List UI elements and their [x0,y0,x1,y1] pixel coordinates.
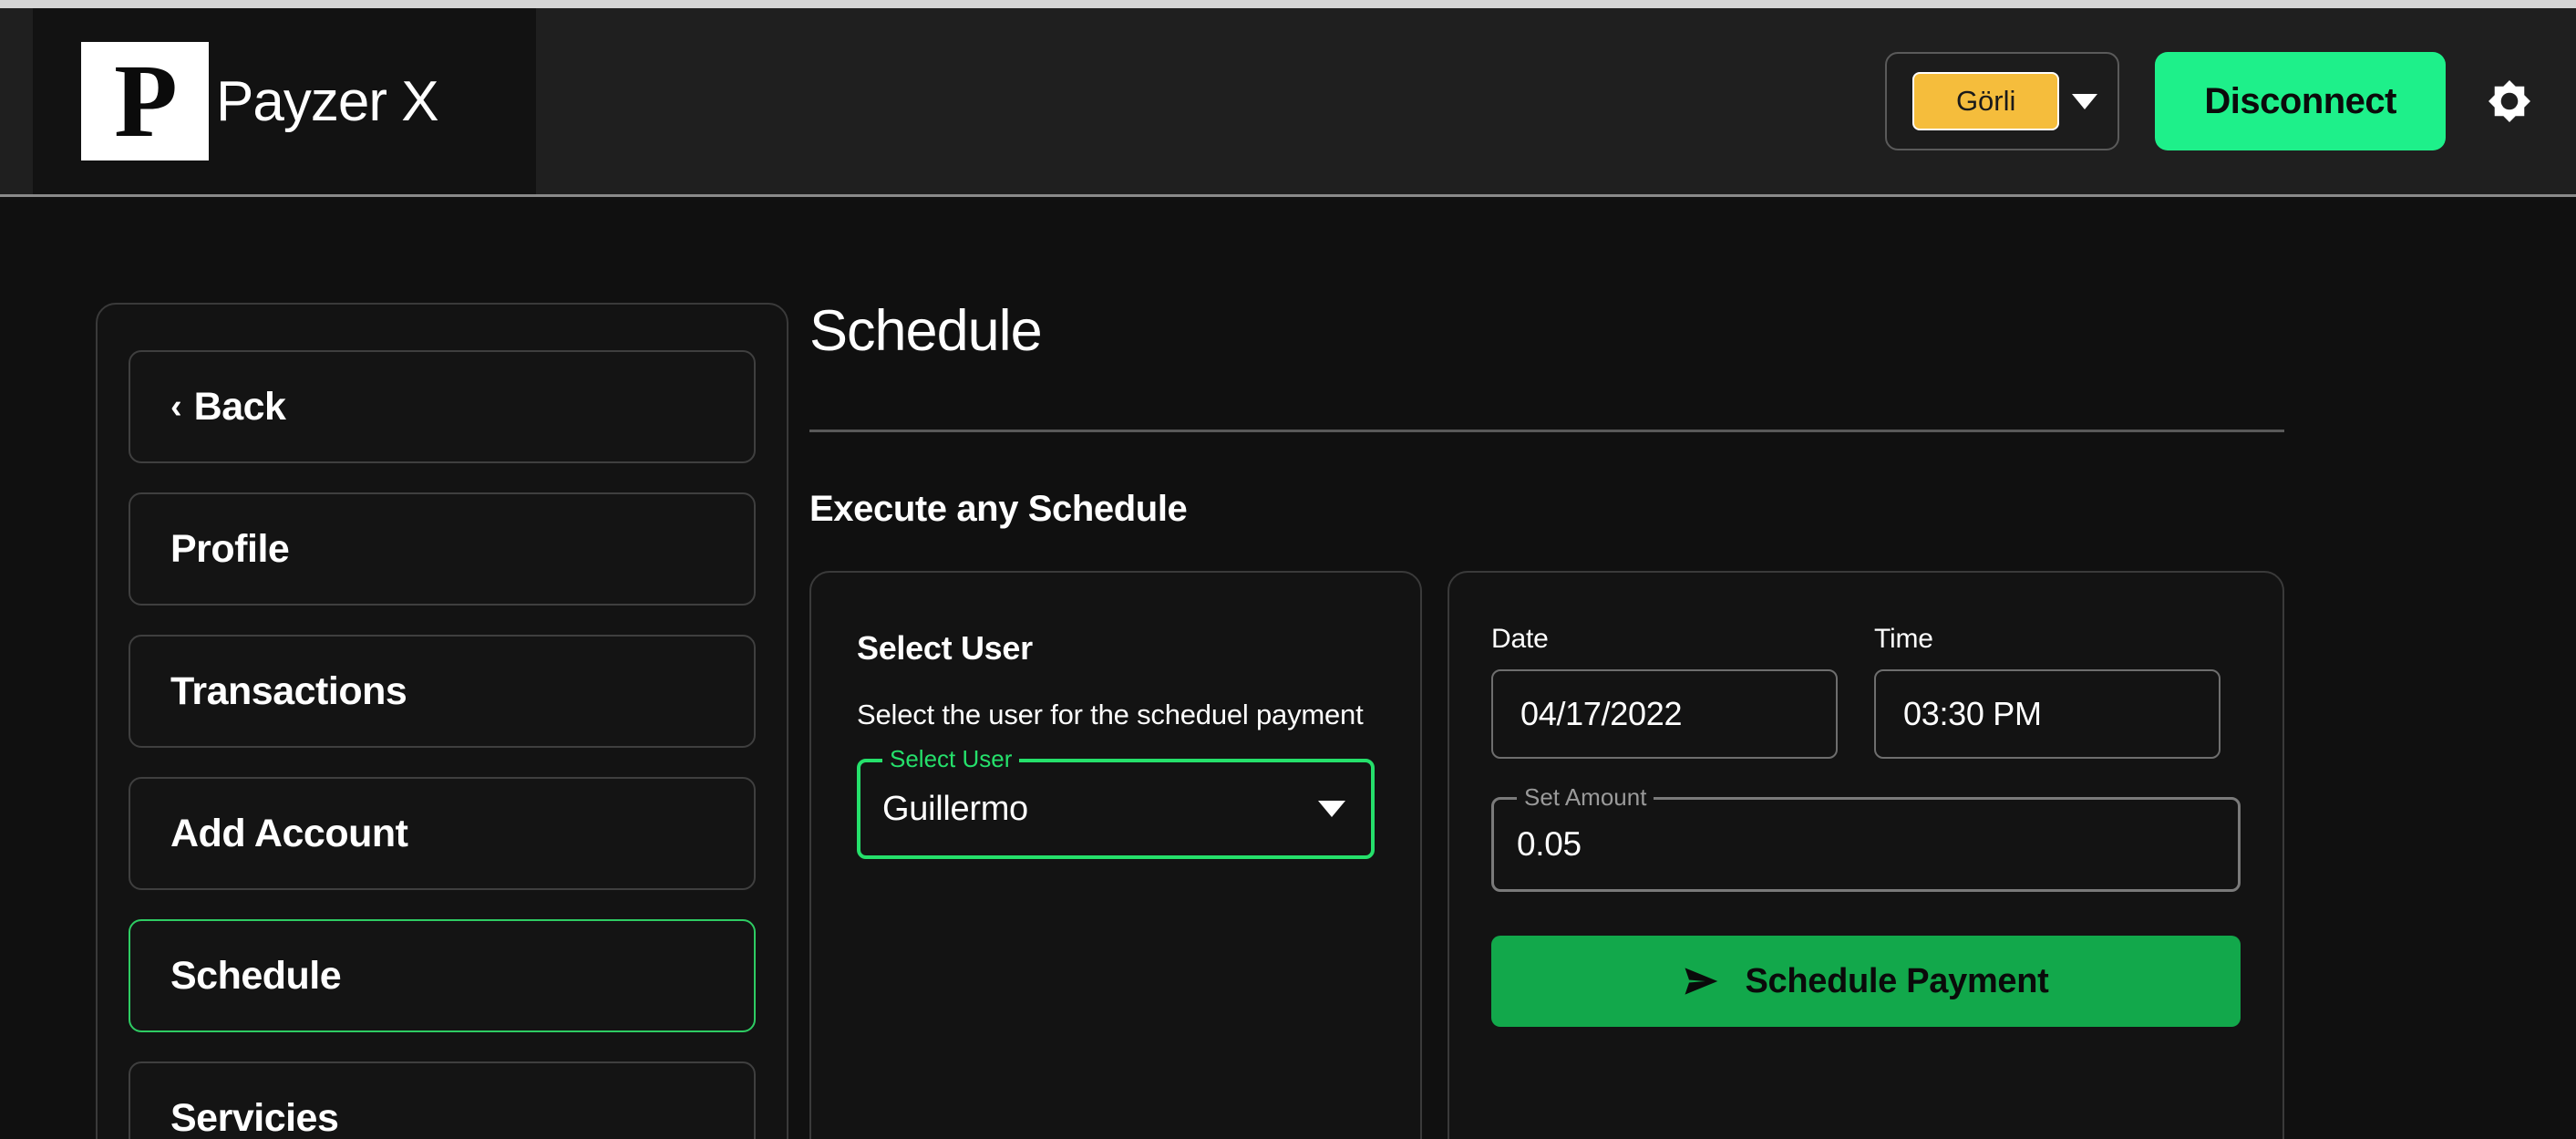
sidebar-item-transactions[interactable]: Transactions [129,635,756,748]
sidebar-item-add-account[interactable]: Add Account [129,777,756,890]
set-amount-value: 0.05 [1517,825,1582,863]
app-root: P Payzer X Görli Disconnect ‹ Back Profi… [0,0,2576,1139]
sidebar-item-servicies[interactable]: Servicies [129,1061,756,1139]
cards-row: Select User Select the user for the sche… [809,571,2286,1139]
sidebar-item-label: Add Account [170,811,408,855]
disconnect-button[interactable]: Disconnect [2155,52,2446,150]
sidebar-item-label: Back [193,384,286,429]
time-input[interactable]: 03:30 PM [1874,669,2221,759]
chevron-down-icon[interactable] [1318,801,1345,817]
sidebar-item-label: Profile [170,526,290,571]
chevron-down-icon[interactable] [2072,93,2098,109]
date-group: Date 04/17/2022 [1491,624,1838,759]
sidebar-item-schedule[interactable]: Schedule [129,919,756,1032]
select-user-description: Select the user for the scheduel payment [857,699,1364,730]
date-input[interactable]: 04/17/2022 [1491,669,1838,759]
logo-mark-icon: P [81,42,209,160]
chevron-left-icon: ‹ [170,387,182,426]
sidebar: ‹ Back Profile Transactions Add Account … [96,303,788,1139]
date-label: Date [1491,624,1549,654]
select-user-card: Select User Select the user for the sche… [809,571,1422,1139]
page-body: ‹ Back Profile Transactions Add Account … [0,200,2576,1139]
browser-chrome-strip [0,0,2576,8]
schedule-details-card: Date 04/17/2022 Time 03:30 PM Set Amount… [1448,571,2284,1139]
schedule-payment-label: Schedule Payment [1745,961,2049,1000]
logo-letter: P [114,43,178,159]
set-amount-field[interactable]: Set Amount 0.05 [1491,783,2241,892]
brand-logo[interactable]: P Payzer X [33,8,536,194]
schedule-payment-button[interactable]: Schedule Payment [1491,936,2241,1027]
select-user-value: Guillermo [882,789,1028,828]
sidebar-item-label: Schedule [170,953,342,998]
brightness-icon[interactable] [2481,73,2538,129]
select-user-heading: Select User [857,629,1033,667]
send-icon [1683,966,1719,997]
page-title: Schedule [809,299,1043,363]
header-actions: Görli Disconnect [1884,8,2576,194]
main-content: Schedule Execute any Schedule Select Use… [809,303,2286,1139]
time-group: Time 03:30 PM [1874,624,2221,759]
date-time-row: Date 04/17/2022 Time 03:30 PM [1491,624,2241,759]
title-divider [809,430,2284,432]
sidebar-item-profile[interactable]: Profile [129,492,756,606]
app-header: P Payzer X Görli Disconnect [0,8,2576,197]
sidebar-item-back[interactable]: ‹ Back [129,350,756,463]
section-subtitle: Execute any Schedule [809,489,1188,529]
sidebar-item-label: Transactions [170,668,407,713]
brand-name: Payzer X [216,69,439,133]
network-badge[interactable]: Görli [1911,72,2060,130]
network-selector[interactable]: Görli [1884,52,2120,150]
sidebar-item-label: Servicies [170,1095,339,1139]
select-user-dropdown[interactable]: Select User Guillermo [857,745,1375,859]
time-label: Time [1874,624,1933,654]
